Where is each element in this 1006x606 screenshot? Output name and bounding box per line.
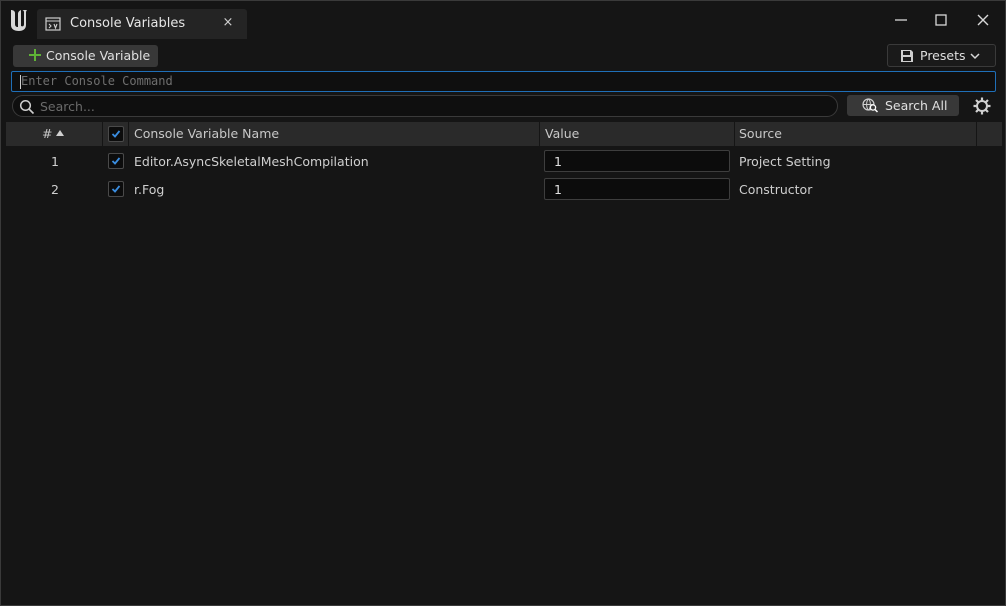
column-header-name[interactable]: Console Variable Name: [129, 122, 540, 146]
checkmark-icon: [111, 157, 121, 165]
row-value-input[interactable]: 1: [544, 178, 730, 200]
console-variables-window: Console Variables × Console Variable Pre…: [0, 0, 1006, 606]
row-index: 2: [51, 182, 59, 197]
row-source: Project Setting: [739, 154, 831, 169]
console-icon: [45, 17, 61, 31]
title-bar[interactable]: Console Variables ×: [1, 1, 1005, 41]
plus-icon: [29, 49, 41, 61]
gear-icon[interactable]: [972, 96, 992, 116]
search-input[interactable]: Search...: [12, 95, 838, 117]
tab-console-variables[interactable]: Console Variables ×: [37, 9, 247, 39]
row-variable-name: Editor.AsyncSkeletalMeshCompilation: [134, 154, 369, 169]
close-icon[interactable]: ×: [220, 15, 236, 31]
unreal-logo-icon[interactable]: [7, 7, 33, 33]
row-enabled-checkbox[interactable]: [108, 181, 124, 197]
row-source: Constructor: [739, 182, 813, 197]
column-header-source-label: Source: [739, 126, 782, 141]
console-command-input[interactable]: Enter Console Command: [11, 71, 996, 92]
row-variable-name: r.Fog: [134, 182, 165, 197]
presets-dropdown[interactable]: Presets: [887, 44, 996, 67]
close-window-button[interactable]: [969, 9, 997, 31]
column-header-name-label: Console Variable Name: [134, 126, 280, 141]
table-header: # Console Variable Name Value Source: [6, 122, 1002, 146]
minimize-button[interactable]: [887, 9, 915, 31]
search-icon: [19, 99, 35, 115]
maximize-icon: [935, 14, 947, 26]
sort-ascending-icon: [56, 130, 64, 136]
select-all-checkbox[interactable]: [108, 126, 124, 142]
column-header-toggle: [103, 122, 129, 146]
column-header-source[interactable]: Source: [735, 122, 977, 146]
tab-title: Console Variables: [70, 16, 186, 31]
row-index: 1: [51, 154, 59, 169]
table-row[interactable]: 1 Editor.AsyncSkeletalMeshCompilation 1 …: [6, 147, 1002, 175]
row-enabled-checkbox[interactable]: [108, 153, 124, 169]
table-row[interactable]: 2 r.Fog 1 Constructor: [6, 175, 1002, 203]
add-console-variable-label: Console Variable: [46, 48, 151, 63]
add-console-variable-button[interactable]: Console Variable: [13, 45, 158, 67]
chevron-down-icon: [970, 53, 980, 60]
maximize-button[interactable]: [927, 9, 955, 31]
close-icon: [977, 14, 989, 26]
column-header-index-label: #: [42, 126, 53, 141]
presets-label: Presets: [920, 48, 966, 63]
minimize-icon: [895, 19, 907, 21]
console-command-placeholder: Enter Console Command: [21, 74, 173, 88]
checkmark-icon: [111, 185, 121, 193]
checkmark-icon: [111, 130, 121, 138]
column-header-index[interactable]: #: [6, 122, 103, 146]
globe-search-icon: [862, 98, 879, 113]
column-header-value[interactable]: Value: [540, 122, 735, 146]
search-all-button[interactable]: Search All: [847, 95, 959, 116]
text-caret: [20, 75, 21, 89]
row-value-input[interactable]: 1: [544, 150, 730, 172]
column-header-value-label: Value: [545, 126, 580, 141]
save-icon: [901, 50, 913, 62]
search-placeholder: Search...: [40, 99, 95, 114]
search-all-label: Search All: [885, 98, 948, 113]
